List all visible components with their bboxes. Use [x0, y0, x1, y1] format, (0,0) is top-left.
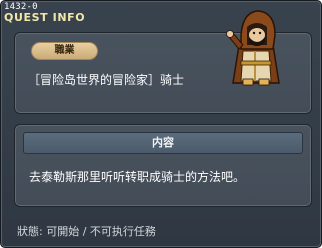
- character-sprite: [226, 10, 280, 86]
- quest-info-window: 1432-0 QUEST INFO 職業 ［冒险岛世界的冒险家］骑士 内容 去泰…: [0, 0, 322, 248]
- quest-content-text: 去泰勒斯那里听听转职成骑士的方法吧。: [29, 170, 246, 184]
- job-badge: 職業: [31, 42, 98, 60]
- window-title[interactable]: QUEST INFO: [4, 11, 85, 24]
- quest-status: 狀態: 可開始 / 不可执行任務: [17, 225, 156, 238]
- job-description: ［冒险岛世界的冒险家］骑士: [28, 73, 185, 87]
- content-panel: 内容 去泰勒斯那里听听转职成骑士的方法吧。: [14, 124, 312, 207]
- content-header: 内容: [23, 132, 303, 154]
- hooded-knight-character-icon: [221, 5, 293, 87]
